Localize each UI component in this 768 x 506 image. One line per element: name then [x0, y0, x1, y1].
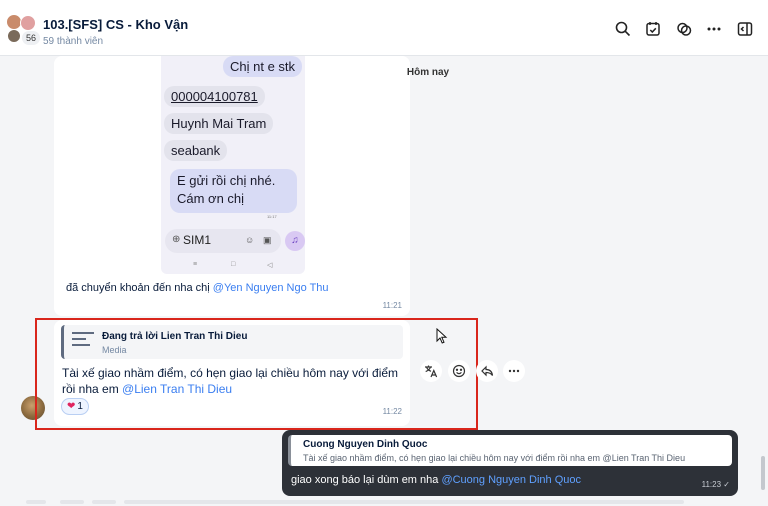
nav-home-icon: □	[231, 261, 236, 268]
nav-menu-icon: ≡	[193, 261, 198, 268]
reply-icon[interactable]	[476, 360, 498, 382]
mention-link[interactable]: @Yen Nguyen Ngo Thu	[213, 282, 329, 294]
own-message[interactable]: Cuong Nguyen Dinh Quoc Tài xế giao nhầm …	[282, 430, 738, 496]
member-avatar	[7, 29, 21, 43]
quoted-message[interactable]: Cuong Nguyen Dinh Quoc Tài xế giao nhầm …	[288, 435, 732, 466]
screenshot-input: ⊕ SIM1 ☺ ▣	[165, 229, 281, 253]
chat-header: 56 103.[SFS] CS - Kho Vận 59 thành viên	[0, 0, 768, 56]
member-count-badge: 56	[22, 31, 40, 45]
nav-back-icon: ◁	[267, 262, 273, 269]
mention-threads-icon[interactable]	[675, 20, 693, 38]
own-text: giao xong báo lại dùm em nha	[291, 474, 442, 486]
sidebar-toggle-icon[interactable]	[736, 20, 754, 38]
screenshot-timestamp: 11:17	[267, 214, 277, 219]
calendar-check-icon[interactable]	[644, 20, 662, 38]
sent-check-icon: ✓	[723, 480, 730, 489]
member-avatar	[20, 15, 36, 31]
emoji-icon: ☺	[245, 235, 255, 245]
quote-author: Cuong Nguyen Dinh Quoc	[303, 439, 428, 450]
own-time: 11:23	[701, 480, 722, 489]
screenshot-name: Huynh Mai Tram	[164, 113, 274, 134]
next-message-preview	[0, 498, 768, 506]
screenshot-reply-line: E gửi rồi chị nhé.	[177, 173, 276, 188]
highlight-frame	[35, 318, 478, 430]
chat-title[interactable]: 103.[SFS] CS - Kho Vận	[43, 17, 188, 32]
search-icon[interactable]	[614, 20, 632, 38]
screenshot-account-number: 000004100781	[164, 86, 265, 107]
voice-icon: ♫	[285, 231, 305, 251]
message-text: đã chuyển khoản đến nha chị @Yen Nguyen …	[66, 282, 329, 294]
screenshot-reply: E gửi rồi chị nhé. Cám ơn chị	[170, 169, 297, 213]
member-count[interactable]: 59 thành viên	[43, 36, 103, 47]
image-icon: ▣	[263, 235, 272, 245]
screenshot-input-text: SIM1	[183, 233, 212, 247]
group-avatar[interactable]: 56	[6, 14, 40, 46]
plus-icon: ⊕	[172, 234, 181, 245]
message-text: giao xong báo lại dùm em nha @Cuong Nguy…	[291, 474, 581, 486]
caption-text: đã chuyển khoản đến nha chị	[66, 282, 213, 294]
quote-text: Tài xế giao nhầm điểm, có hẹn giao lại c…	[303, 453, 686, 463]
more-icon[interactable]	[503, 360, 525, 382]
scrollbar[interactable]	[761, 456, 765, 490]
image-message[interactable]: Chị nt e stk 000004100781 Huynh Mai Tram…	[54, 56, 449, 316]
message-time: 11:21	[382, 301, 402, 310]
shared-screenshot[interactable]: Chị nt e stk 000004100781 Huynh Mai Tram…	[161, 56, 305, 274]
more-icon[interactable]	[705, 20, 723, 38]
emoji-icon[interactable]	[448, 360, 470, 382]
mouse-cursor-icon	[436, 328, 448, 344]
translate-icon[interactable]	[420, 360, 442, 382]
message-list[interactable]: Chị nt e stk 000004100781 Huynh Mai Tram…	[0, 56, 768, 506]
screenshot-bubble: Chị nt e stk	[223, 56, 303, 77]
mention-link[interactable]: @Cuong Nguyen Dinh Quoc	[441, 474, 581, 486]
date-chip: Hôm nay	[406, 67, 450, 78]
message-time: 11:23 ✓	[702, 480, 730, 489]
screenshot-bank: seabank	[164, 140, 228, 161]
screenshot-reply-line: Cám ơn chị	[177, 191, 245, 206]
